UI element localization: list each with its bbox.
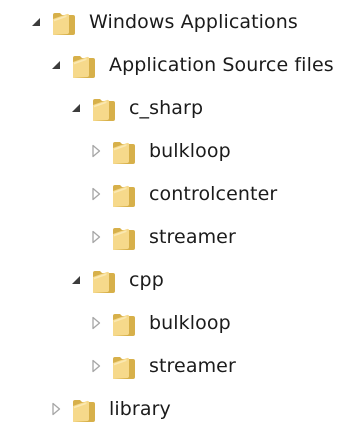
tree-item-label: library [109,398,171,420]
tree-item-label: cpp [129,269,164,291]
collapsed-triangle-icon[interactable] [48,401,64,417]
tree-item-label: Application Source files [109,54,334,76]
collapsed-triangle-icon[interactable] [88,186,104,202]
folder-icon [112,223,136,251]
collapsed-triangle-icon[interactable] [88,315,104,331]
folder-icon [112,352,136,380]
expanded-triangle-icon[interactable] [28,14,44,30]
folder-icon [112,137,136,165]
expanded-triangle-icon[interactable] [68,100,84,116]
collapsed-triangle-icon[interactable] [88,358,104,374]
tree-item-application-source-files[interactable]: Application Source files [48,45,334,85]
tree-item-label: bulkloop [149,312,231,334]
tree-item-label: streamer [149,355,236,377]
folder-icon [92,94,116,122]
tree-item-label: Windows Applications [89,11,298,33]
expanded-triangle-icon[interactable] [68,272,84,288]
folder-icon [112,180,136,208]
tree-item-bulkloop[interactable]: bulkloop [88,131,231,171]
tree-item-label: controlcenter [149,183,278,205]
folder-icon [72,51,96,79]
collapsed-triangle-icon[interactable] [88,143,104,159]
tree-item-windows-applications[interactable]: Windows Applications [28,2,298,42]
tree-item-controlcenter[interactable]: controlcenter [88,174,277,214]
folder-icon [72,395,96,423]
tree-item-library[interactable]: library [48,389,171,429]
tree-item-bulkloop[interactable]: bulkloop [88,303,231,343]
tree-item-streamer[interactable]: streamer [88,346,236,386]
folder-icon [112,309,136,337]
folder-icon [92,266,116,294]
tree-item-label: c_sharp [129,97,204,119]
folder-tree-view: Windows Applications Application Source f… [0,0,359,434]
tree-item-label: bulkloop [149,140,231,162]
folder-icon [52,8,76,36]
tree-item-label: streamer [149,226,236,248]
tree-item-streamer[interactable]: streamer [88,217,236,257]
tree-item-cpp[interactable]: cpp [68,260,164,300]
expanded-triangle-icon[interactable] [48,57,64,73]
tree-item-c-sharp[interactable]: c_sharp [68,88,203,128]
collapsed-triangle-icon[interactable] [88,229,104,245]
